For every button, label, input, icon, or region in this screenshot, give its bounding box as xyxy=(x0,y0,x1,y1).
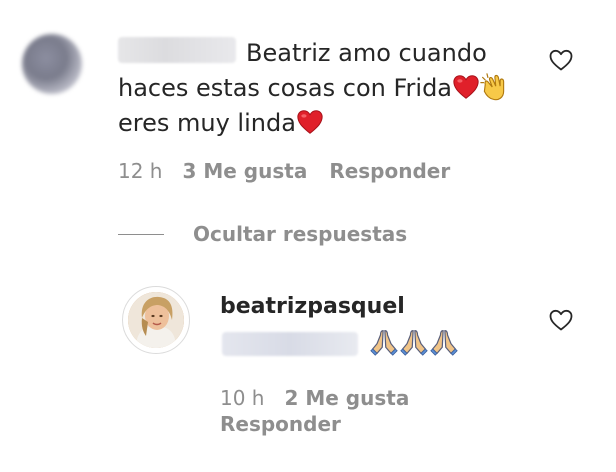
comment-line-3: eres muy linda xyxy=(118,109,296,137)
reply-reply-button[interactable]: Responder xyxy=(220,412,341,436)
commenter-avatar[interactable] xyxy=(22,34,82,94)
folded-hands-emoji-icon xyxy=(430,330,458,356)
like-comment-heart-icon[interactable] xyxy=(548,48,574,72)
reply-likes-count[interactable]: 2 Me gusta xyxy=(284,386,409,410)
comment-reply-button[interactable]: Responder xyxy=(329,159,450,183)
comment-line-1: Beatriz amo cuando xyxy=(246,39,487,67)
reply-mention-blurred[interactable] xyxy=(222,332,358,356)
reply-time: 10 h xyxy=(220,386,265,410)
reply-emojis xyxy=(370,328,460,356)
comment-time: 12 h xyxy=(118,159,163,183)
red-heart-emoji-icon xyxy=(297,110,323,134)
hide-replies-button[interactable]: Ocultar respuestas xyxy=(193,222,407,246)
red-heart-emoji-icon xyxy=(453,75,479,99)
avatar-portrait-icon xyxy=(128,292,184,348)
reply-avatar[interactable] xyxy=(128,292,184,348)
comment-meta: 12 h 3 Me gusta Responder xyxy=(118,159,450,183)
comment-line-2: haces estas cosas con Frida xyxy=(118,74,453,102)
replies-divider-line xyxy=(118,234,164,235)
like-reply-heart-icon[interactable] xyxy=(548,308,574,332)
reply-meta: 10 h 2 Me gusta xyxy=(220,386,409,410)
folded-hands-emoji-icon xyxy=(400,330,428,356)
comment-likes-count[interactable]: 3 Me gusta xyxy=(182,159,307,183)
comment-text: Beatriz amo cuando haces estas cosas con… xyxy=(118,36,538,141)
clapping-hands-emoji-icon xyxy=(480,73,505,101)
folded-hands-emoji-icon xyxy=(370,330,398,356)
reply-username[interactable]: beatrizpasquel xyxy=(220,294,405,319)
